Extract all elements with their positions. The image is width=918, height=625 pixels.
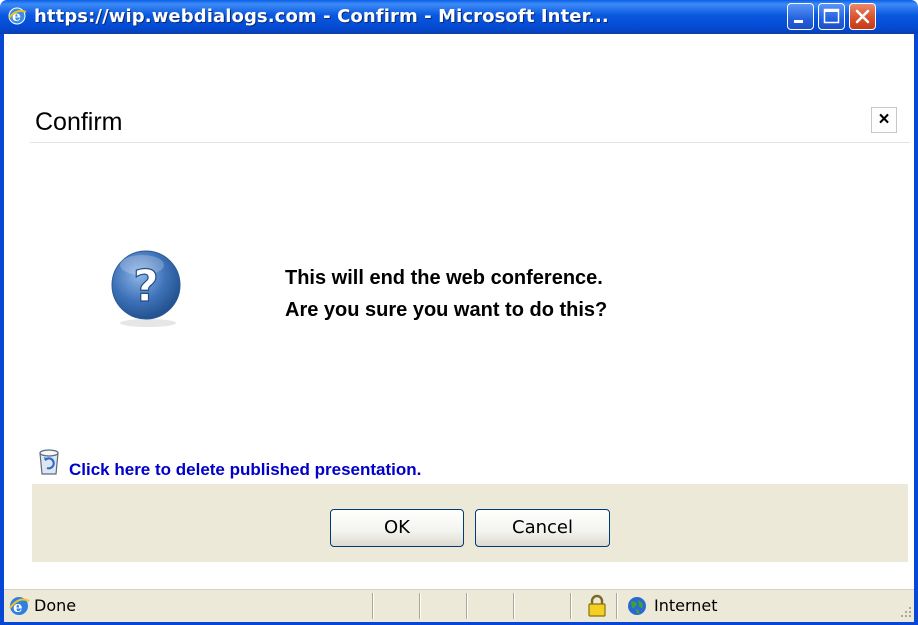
security-zone-label: Internet — [654, 596, 718, 615]
window-title: https://wip.webdialogs.com - Confirm - M… — [34, 6, 609, 27]
minimize-button[interactable] — [787, 3, 814, 30]
message-line-2: Are you sure you want to do this? — [285, 299, 608, 321]
dialog-title: Confirm — [35, 108, 123, 136]
page-icon: e — [9, 597, 30, 616]
status-bar: e Done Internet — [4, 589, 914, 622]
dialog-close-button[interactable]: × — [871, 107, 897, 133]
question-icon: ? — [111, 250, 181, 327]
ie-icon: e — [8, 7, 27, 25]
lock-icon[interactable] — [587, 594, 607, 618]
resize-grip-icon[interactable] — [898, 604, 912, 618]
cancel-button[interactable]: Cancel — [475, 509, 610, 547]
button-bar: OK Cancel — [32, 484, 908, 562]
status-divider — [419, 593, 421, 619]
recycle-bin-icon — [39, 449, 59, 475]
window-title-bar[interactable]: e https://wip.webdialogs.com - Confirm -… — [0, 0, 918, 34]
status-text: Done — [34, 596, 77, 615]
confirm-message: This will end the web conference. Are yo… — [285, 262, 607, 326]
status-divider — [466, 593, 468, 619]
internet-zone-icon — [628, 597, 646, 615]
ok-button[interactable]: OK — [330, 509, 464, 547]
status-divider — [513, 593, 515, 619]
close-window-button[interactable] — [849, 3, 876, 30]
close-icon — [855, 9, 870, 24]
header-divider — [30, 142, 910, 143]
maximize-icon — [823, 8, 840, 24]
svg-text:?: ? — [133, 261, 159, 312]
maximize-button[interactable] — [818, 3, 845, 30]
status-divider — [372, 593, 374, 619]
status-divider — [616, 593, 618, 619]
delete-presentation-link[interactable]: Click here to delete published presentat… — [69, 460, 421, 480]
status-divider — [570, 593, 572, 619]
minimize-icon — [794, 20, 803, 23]
message-line-1: This will end the web conference. — [285, 267, 603, 289]
